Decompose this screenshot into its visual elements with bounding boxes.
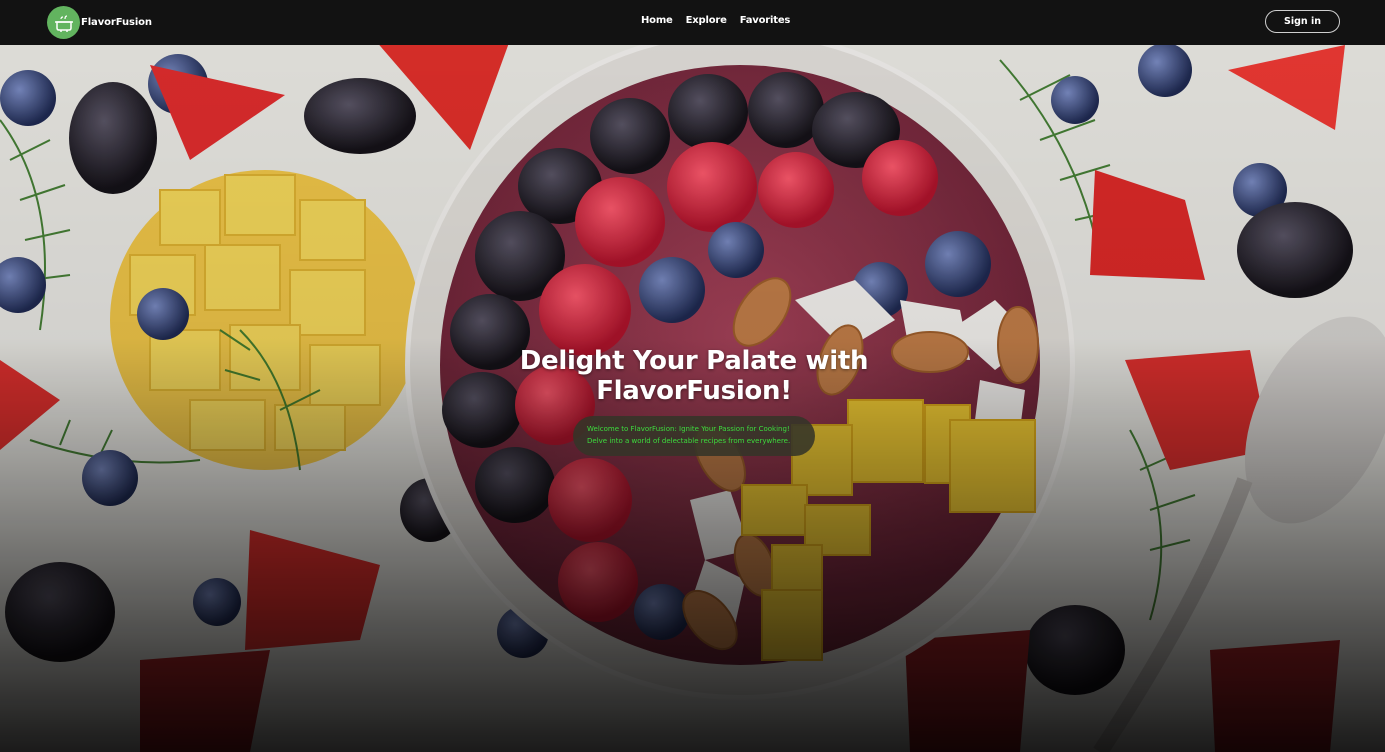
- landing-page: FlavorFusion Home Explore Favorites Sign…: [0, 0, 1385, 752]
- nav-link-home[interactable]: Home: [641, 15, 673, 26]
- hero-tagline-box: Welcome to FlavorFusion: Ignite Your Pas…: [573, 416, 815, 456]
- nav-links: Home Explore Favorites: [641, 15, 790, 26]
- nav-link-explore[interactable]: Explore: [686, 15, 727, 26]
- hero-tagline-line-2: Delve into a world of delectable recipes…: [587, 437, 791, 445]
- brand[interactable]: FlavorFusion: [47, 6, 152, 39]
- top-navbar: FlavorFusion Home Explore Favorites Sign…: [0, 0, 1385, 45]
- hero-title-line-1: Delight Your Palate with: [519, 346, 869, 376]
- cooking-pot-icon: [47, 6, 80, 39]
- brand-name: FlavorFusion: [81, 17, 152, 28]
- hero-title: Delight Your Palate with FlavorFusion!: [492, 346, 896, 406]
- hero-title-line-2: FlavorFusion!: [596, 376, 792, 406]
- nav-link-favorites[interactable]: Favorites: [740, 15, 791, 26]
- hero-tagline-line-1: Welcome to FlavorFusion: Ignite Your Pas…: [587, 425, 790, 433]
- sign-in-button[interactable]: Sign in: [1265, 10, 1340, 33]
